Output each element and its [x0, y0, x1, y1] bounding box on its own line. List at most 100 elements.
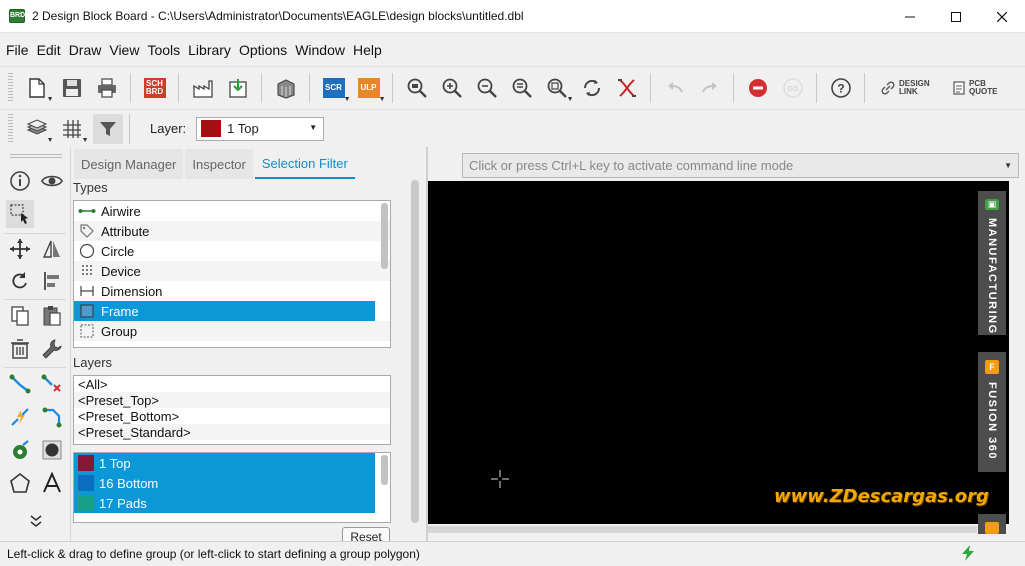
fanout-tool-button[interactable]	[38, 403, 66, 431]
types-list[interactable]: Airwire Attribute Circle Device Dimensio…	[73, 200, 391, 348]
ratsnest-button[interactable]	[612, 73, 642, 103]
toolbar-grip[interactable]	[8, 113, 13, 144]
tab-selection-filter[interactable]: Selection Filter	[254, 149, 355, 179]
undo-icon	[667, 82, 683, 93]
list-item[interactable]: 16 Bottom	[74, 473, 375, 493]
list-item[interactable]: <Preset_Top>	[74, 392, 390, 408]
via-tool-button[interactable]	[6, 436, 34, 464]
sch-brd-switch-button[interactable]: SCH BRD	[140, 73, 170, 103]
help-button[interactable]: ?	[826, 73, 856, 103]
redo-button[interactable]	[695, 73, 725, 103]
menu-draw[interactable]: Draw	[65, 42, 106, 58]
types-scrollbar[interactable]	[381, 203, 388, 269]
redraw-button[interactable]	[577, 73, 607, 103]
layers-list[interactable]: 1 Top 16 Bottom 17 Pads	[73, 452, 391, 523]
list-item[interactable]: Circle	[74, 241, 390, 261]
list-item[interactable]: 1 Top	[74, 453, 375, 473]
text-tool-button[interactable]	[38, 469, 66, 497]
maximize-button[interactable]	[933, 0, 979, 33]
fusion-360-panel-tab[interactable]: F FUSION 360	[978, 352, 1006, 472]
ulp-button[interactable]: ULP ▼	[354, 73, 386, 103]
status-indicator[interactable]	[955, 542, 981, 564]
route-tool-button[interactable]	[6, 370, 34, 398]
toolbar-grip[interactable]	[8, 73, 13, 103]
undo-button[interactable]	[660, 73, 690, 103]
status-bar: Left-click & drag to define group (or le…	[0, 541, 1025, 566]
type-label-frame: Frame	[101, 303, 139, 319]
zoom-previous-button[interactable]	[507, 73, 537, 103]
menu-tools[interactable]: Tools	[143, 42, 184, 58]
library-button[interactable]	[271, 73, 301, 103]
autorouter-tool-button[interactable]	[6, 403, 34, 431]
delete-tool-button[interactable]	[6, 335, 34, 363]
tab-design-manager[interactable]: Design Manager	[74, 149, 184, 179]
command-line-input[interactable]: Click or press Ctrl+L key to activate co…	[462, 153, 1019, 178]
menu-file[interactable]: File	[2, 42, 33, 58]
list-item[interactable]: <Preset_Standard>	[74, 424, 390, 440]
list-item[interactable]: <All>	[74, 376, 390, 392]
manufacturing-panel-tab[interactable]: ▣ MANUFACTURING	[978, 191, 1006, 335]
rotate-tool-button[interactable]	[6, 267, 34, 295]
new-file-button[interactable]: ▼	[22, 73, 54, 103]
board-canvas[interactable]	[428, 181, 1009, 524]
list-item[interactable]: Attribute	[74, 221, 390, 241]
list-item[interactable]: Device	[74, 261, 390, 281]
zoom-out-button[interactable]	[472, 73, 502, 103]
group-tool-button[interactable]	[6, 200, 34, 228]
list-item[interactable]: Dimension	[74, 281, 390, 301]
list-item[interactable]: 17 Pads	[74, 493, 375, 513]
zoom-select-button[interactable]: ▼	[542, 73, 574, 103]
list-item[interactable]: Group	[74, 321, 390, 341]
layer-select[interactable]: 1 Top ▼	[196, 116, 325, 141]
paste-tool-button[interactable]	[38, 302, 66, 330]
layers-scrollbar[interactable]	[381, 455, 388, 485]
import-button[interactable]	[223, 73, 253, 103]
layers-button[interactable]: ▼	[22, 114, 54, 144]
chevron-down-icon[interactable]: ▼	[1004, 161, 1012, 170]
change-tool-button[interactable]	[38, 335, 66, 363]
info-icon	[10, 171, 30, 191]
pcb-quote-button[interactable]: PCB QUOTE	[953, 80, 999, 96]
script-icon: SCR	[322, 78, 345, 98]
selection-filter-button[interactable]	[93, 113, 123, 144]
menu-library[interactable]: Library	[184, 42, 235, 58]
cam-processor-button[interactable]	[188, 73, 218, 103]
menu-help[interactable]: Help	[349, 42, 386, 58]
type-label-device: Device	[101, 263, 141, 279]
more-tools-button[interactable]	[22, 509, 50, 533]
ripup-tool-button[interactable]	[38, 370, 66, 398]
list-item[interactable]: Airwire	[74, 201, 390, 221]
panel-scrollbar[interactable]	[411, 180, 419, 523]
hole-tool-button[interactable]	[38, 436, 66, 464]
grid-button[interactable]: ▼	[57, 114, 89, 144]
save-button[interactable]	[57, 73, 87, 103]
zoom-in-button[interactable]	[437, 73, 467, 103]
zoom-fit-button[interactable]	[402, 73, 432, 103]
align-tool-button[interactable]	[38, 267, 66, 295]
close-button[interactable]	[979, 0, 1025, 33]
menu-view[interactable]: View	[105, 42, 143, 58]
script-button[interactable]: SCR ▼	[319, 73, 351, 103]
stop-button[interactable]	[743, 73, 773, 103]
extra-panel-tab[interactable]	[978, 514, 1006, 534]
menu-window[interactable]: Window	[291, 42, 349, 58]
print-button[interactable]	[92, 73, 122, 103]
list-item[interactable]: Frame	[74, 301, 375, 321]
design-link-button[interactable]: DESIGN LINK	[881, 80, 933, 96]
menu-edit[interactable]: Edit	[33, 42, 65, 58]
menu-options[interactable]: Options	[235, 42, 291, 58]
go-button[interactable]: GO	[778, 73, 808, 103]
move-tool-button[interactable]	[6, 235, 34, 263]
list-item[interactable]: <Preset_Bottom>	[74, 408, 390, 424]
mirror-tool-button[interactable]	[38, 235, 66, 263]
show-tool-button[interactable]	[38, 167, 66, 195]
wrench-icon	[42, 339, 62, 359]
palette-grip[interactable]	[10, 154, 62, 158]
copy-tool-button[interactable]	[6, 302, 34, 330]
canvas-scrollbar[interactable]	[428, 526, 977, 533]
minimize-button[interactable]	[887, 0, 933, 33]
layer-presets-list[interactable]: <All> <Preset_Top> <Preset_Bottom> <Pres…	[73, 375, 391, 445]
info-tool-button[interactable]	[6, 167, 34, 195]
polygon-tool-button[interactable]	[6, 469, 34, 497]
tab-inspector[interactable]: Inspector	[185, 149, 253, 179]
